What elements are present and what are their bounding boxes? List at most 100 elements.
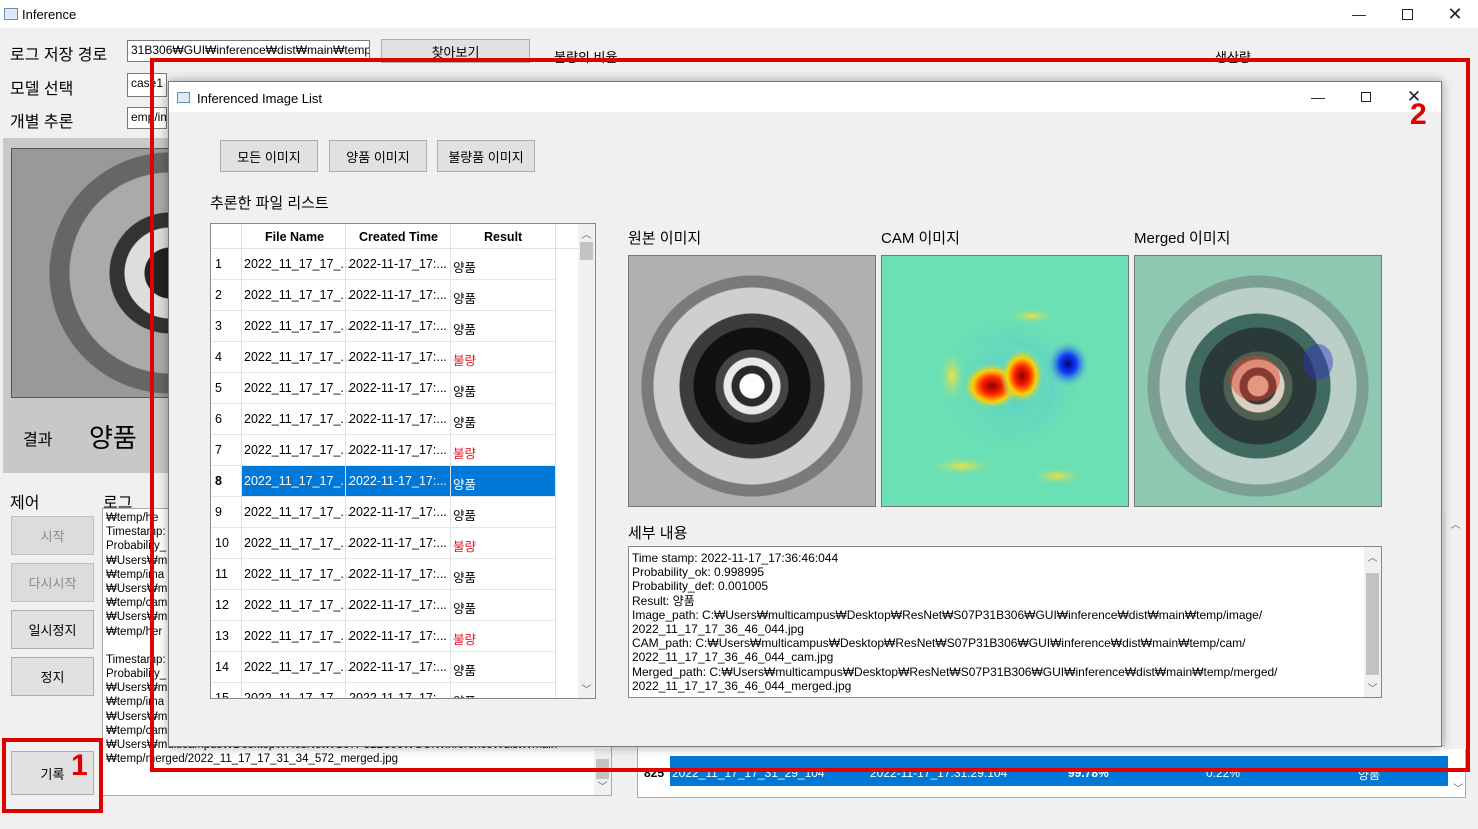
row-created-time: 2022-11-17_17:... <box>349 350 447 364</box>
inferenced-image-list-dialog: Inferenced Image List — ✕ 모든 이미지 양품 이미지 … <box>168 81 1442 747</box>
filter-bad-button[interactable]: 불량품 이미지 <box>437 140 535 172</box>
row-result: 양품 <box>453 385 477 399</box>
file-list-row[interactable]: 4 2022_11_17_17_... 2022-11-17_17:... 불량 <box>211 342 555 373</box>
column-header-file-name[interactable]: File Name <box>265 230 324 244</box>
right-scrollbar[interactable]: ︿ <box>1444 514 1466 749</box>
filter-ok-button[interactable]: 양품 이미지 <box>329 140 427 172</box>
file-list-row[interactable]: 7 2022_11_17_17_... 2022-11-17_17:... 불량 <box>211 435 555 466</box>
row-created-time: 2022-11-17_17:... <box>349 319 447 333</box>
row-created-time: 2022-11-17_17:... <box>349 443 447 457</box>
row-created-time: 2022-11-17_17:... <box>349 257 447 271</box>
row-index: 1 <box>215 257 222 271</box>
file-list-row[interactable]: 10 2022_11_17_17_... 2022-11-17_17:... 불량 <box>211 528 555 559</box>
detail-line: 2022_11_17_17_36_46_044.jpg <box>632 622 804 637</box>
log-scroll-thumb[interactable] <box>596 759 609 779</box>
detail-line: Image_path: C:₩Users₩multicampus₩Desktop… <box>632 607 1263 622</box>
file-list-row[interactable]: 2 2022_11_17_17_... 2022-11-17_17:... 양품 <box>211 280 555 311</box>
file-list-table[interactable]: File Name Created Time Result 1 2022_11_1… <box>210 223 596 699</box>
start-button[interactable]: 시작 <box>11 516 94 555</box>
row-result: 양품 <box>453 323 477 337</box>
row-index: 11 <box>215 567 228 581</box>
row-created-time: 2022-11-17_17:... <box>349 536 447 550</box>
detail-scroll-down-icon[interactable]: ﹀ <box>1364 680 1381 695</box>
production-label: 생산량 <box>1215 50 1251 65</box>
file-list-row[interactable]: 14 2022_11_17_17_... 2022-11-17_17:... 양품 <box>211 652 555 683</box>
file-list-scroll-thumb[interactable] <box>580 242 593 260</box>
single-inference-input[interactable]: emp/im <box>127 107 167 129</box>
file-list-row[interactable]: 9 2022_11_17_17_... 2022-11-17_17:... 양품 <box>211 497 555 528</box>
file-list-scrollbar[interactable]: ︿ ﹀ <box>578 224 595 698</box>
detail-scroll-up-icon[interactable]: ︿ <box>1364 549 1381 564</box>
row-file-name: 2022_11_17_17_... <box>244 350 351 364</box>
file-list-row[interactable]: 5 2022_11_17_17_... 2022-11-17_17:... 양품 <box>211 373 555 404</box>
row-created-time: 2022-11-17_17:... <box>349 288 447 302</box>
row-created-time: 2022-11-17_17:... <box>349 474 447 488</box>
column-header-created-time[interactable]: Created Time <box>359 230 438 244</box>
column-header-result[interactable]: Result <box>484 230 522 244</box>
log-path-input[interactable]: 31B306₩GUI₩inference₩dist₩main₩temp <box>127 40 370 62</box>
file-list-row[interactable]: 13 2022_11_17_17_... 2022-11-17_17:... 불량 <box>211 621 555 652</box>
file-list-row[interactable]: 12 2022_11_17_17_... 2022-11-17_17:... 양품 <box>211 590 555 621</box>
main-close-button[interactable]: ✕ <box>1432 0 1478 28</box>
detail-lines: Time stamp: 2022-11-17_17:36:46:044 Proba… <box>632 551 1362 693</box>
merged-hot-spot <box>1230 356 1280 401</box>
detail-textbox[interactable]: Time stamp: 2022-11-17_17:36:46:044 Proba… <box>628 546 1382 698</box>
history-row-ok: 99.78% <box>1068 766 1109 780</box>
row-created-time: 2022-11-17_17:... <box>349 412 447 426</box>
row-index: 15 <box>215 691 229 699</box>
main-maximize-button[interactable] <box>1384 0 1430 28</box>
file-list-row[interactable]: 15 2022_11_17_17_ 2022-11-17_17: 양품 <box>211 683 555 699</box>
file-list-title: 추론한 파일 리스트 <box>210 195 329 212</box>
row-created-time: 2022-11-17_17:... <box>349 598 447 612</box>
file-list-scroll-down-icon[interactable]: ﹀ <box>578 681 595 696</box>
row-file-name: 2022_11_17_17_... <box>244 412 351 426</box>
detail-line: Probability_ok: 0.998995 <box>632 565 765 580</box>
model-select[interactable]: case1 <box>127 73 167 97</box>
row-file-name: 2022_11_17_17_... <box>244 567 351 581</box>
row-result: 불량 <box>453 447 477 461</box>
main-minimize-button[interactable]: — <box>1336 0 1382 28</box>
row-index: 5 <box>215 381 222 395</box>
row-created-time: 2022-11-17_17:... <box>349 567 447 581</box>
row-index: 4 <box>215 350 222 364</box>
row-index: 13 <box>215 629 229 643</box>
row-index: 6 <box>215 412 222 426</box>
restart-button[interactable]: 다시시작 <box>11 563 94 602</box>
row-index: 3 <box>215 319 222 333</box>
history-selected-row[interactable]: 2022_11_17_17_31_29_104 2022-11-17_17:31… <box>670 756 1448 786</box>
stop-button[interactable]: 정지 <box>11 657 94 696</box>
detail-line: 2022_11_17_17_36_46_044_cam.jpg <box>632 650 834 665</box>
annotation-marker-2: 2 <box>1410 98 1427 131</box>
merged-image <box>1134 255 1382 507</box>
row-result: 양품 <box>453 664 477 678</box>
right-scroll-up-icon[interactable]: ︿ <box>1445 516 1466 531</box>
col-sep-1 <box>241 224 242 698</box>
file-list-row[interactable]: 11 2022_11_17_17_... 2022-11-17_17:... 양품 <box>211 559 555 590</box>
row-file-name: 2022_11_17_17_... <box>244 598 351 612</box>
file-list-row[interactable]: 8 2022_11_17_17_... 2022-11-17_17:... 양품 <box>211 466 555 497</box>
log-scrollbar[interactable]: ﹀ <box>594 749 611 795</box>
browse-button[interactable]: 찾아보기 <box>381 39 530 63</box>
file-list-row[interactable]: 6 2022_11_17_17_... 2022-11-17_17:... 양품 <box>211 404 555 435</box>
file-list-row[interactable]: 3 2022_11_17_17_... 2022-11-17_17:... 양품 <box>211 311 555 342</box>
history-table[interactable]: 2022_11_17_17_31_29_104 2022-11-17_17:31… <box>637 745 1466 798</box>
merged-image-label: Merged 이미지 <box>1134 230 1231 247</box>
row-index: 8 <box>215 474 222 488</box>
detail-scroll-thumb[interactable] <box>1366 573 1379 675</box>
history-scroll-down-icon[interactable]: ﹀ <box>1453 780 1463 795</box>
dialog-titlebar: Inferenced Image List — ✕ <box>169 82 1441 112</box>
dialog-app-icon <box>177 92 190 103</box>
dialog-minimize-button[interactable]: — <box>1295 83 1341 111</box>
log-scroll-down-icon[interactable]: ﹀ <box>594 778 611 793</box>
detail-scrollbar[interactable]: ︿ ﹀ <box>1364 547 1381 697</box>
file-list-row[interactable]: 1 2022_11_17_17_... 2022-11-17_17:... 양품 <box>211 249 555 280</box>
detail-line: Result: 양품 <box>632 593 695 608</box>
row-created-time: 2022-11-17_17:... <box>349 505 447 519</box>
row-result: 양품 <box>453 416 477 430</box>
file-list-scroll-up-icon[interactable]: ︿ <box>578 226 595 241</box>
filter-all-button[interactable]: 모든 이미지 <box>220 140 318 172</box>
pause-button[interactable]: 일시정지 <box>11 610 94 649</box>
detail-label: 세부 내용 <box>628 525 688 542</box>
main-titlebar: Inference — ✕ <box>0 0 1478 28</box>
dialog-maximize-button[interactable] <box>1343 83 1389 111</box>
